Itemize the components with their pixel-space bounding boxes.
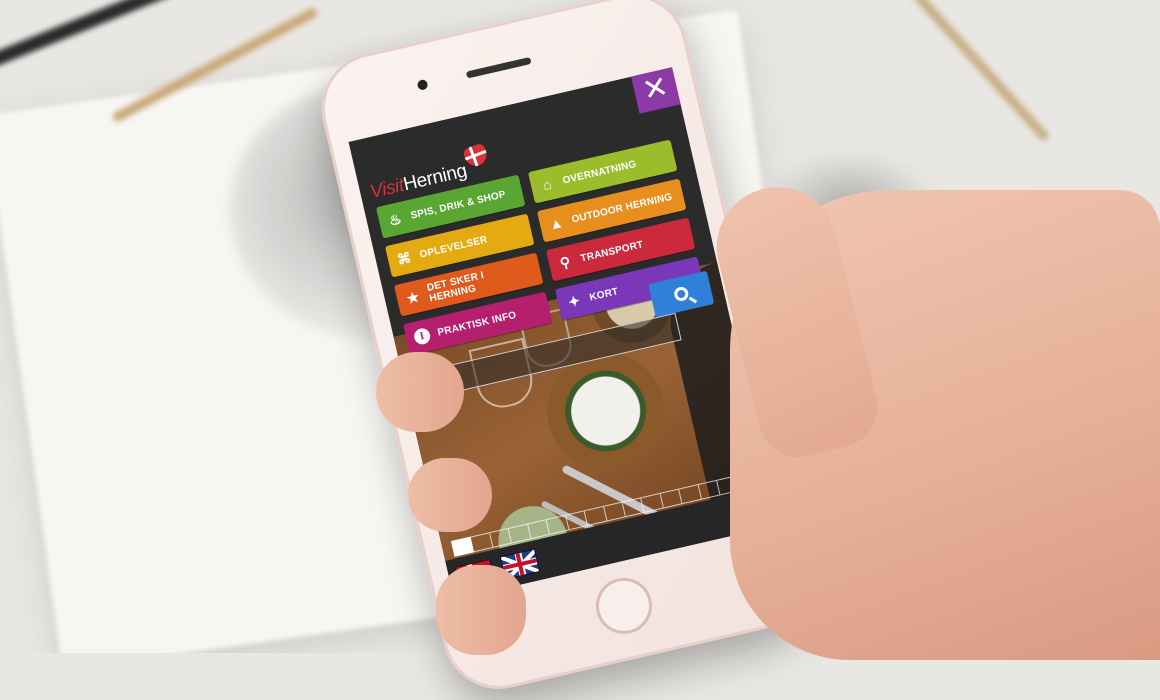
front-camera [416,78,429,91]
chef-hat-icon: ♨ [387,210,404,229]
close-button[interactable]: ✕ [630,67,681,114]
tent-icon: ▲ [547,213,565,233]
menu-item-label: Overnatning [561,158,638,187]
menu-item-label: Outdoor Herning [570,191,674,226]
star-icon: ★ [404,288,422,307]
pen [0,0,214,69]
bicycle-icon: ⚲ [558,253,573,272]
info-icon: i [412,326,432,346]
finger [436,565,526,655]
finger [408,458,492,532]
pencil-right [909,0,1051,143]
command-icon: ⌘ [395,249,413,268]
menu-item-label: Kort [588,285,620,304]
bed-icon: ⌂ [541,175,554,194]
logo-visit: Visit [368,174,407,204]
close-icon: ✕ [639,70,672,108]
menu-item-label: Spis, drik & shop [409,188,507,222]
home-button[interactable] [590,572,658,640]
search-icon [672,285,690,303]
map-icon: ✦ [566,292,582,311]
menu-item-label: Transport [579,238,645,265]
danish-heart-icon [462,142,490,169]
finger [376,352,464,432]
earpiece-speaker [465,56,532,79]
menu-item-label: Oplevelser [418,233,489,261]
